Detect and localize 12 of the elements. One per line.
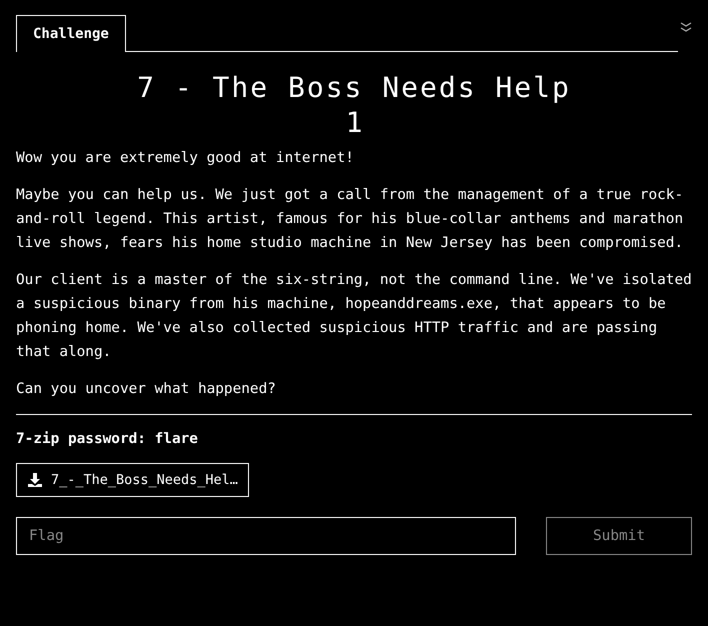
download-icon	[27, 472, 43, 488]
description-paragraph: Our client is a master of the six-string, not the command line. We've isolated a suspicious binary from his machine, hopeanddreams.exe, that appears to be phoning home. We've also collected suspicious HTTP traffic and are passing that along.	[16, 271, 692, 362]
description-paragraph: Wow you are extremely good at internet!	[16, 149, 355, 168]
challenge-tab[interactable]: Challenge	[16, 15, 126, 52]
description-paragraph: Can you uncover what happened?	[16, 380, 277, 399]
collapse-icon[interactable]	[680, 22, 692, 32]
challenge-title: 7 - The Boss Needs Help	[136, 70, 572, 106]
password-note: 7-zip password: flare	[16, 431, 199, 447]
file-download-button[interactable]: 7_-_The_Boss_Needs_Hel…	[16, 463, 249, 497]
points-value: 1	[344, 106, 364, 140]
description-paragraph: Maybe you can help us. We just got a call from the management of a true rock-and-roll legend. This artist, famous for his blue-collar anthems and marathon live shows, fears his home studio machine in New Jersey has been compromised.	[16, 186, 684, 253]
flag-field[interactable]: Flag	[16, 517, 516, 555]
